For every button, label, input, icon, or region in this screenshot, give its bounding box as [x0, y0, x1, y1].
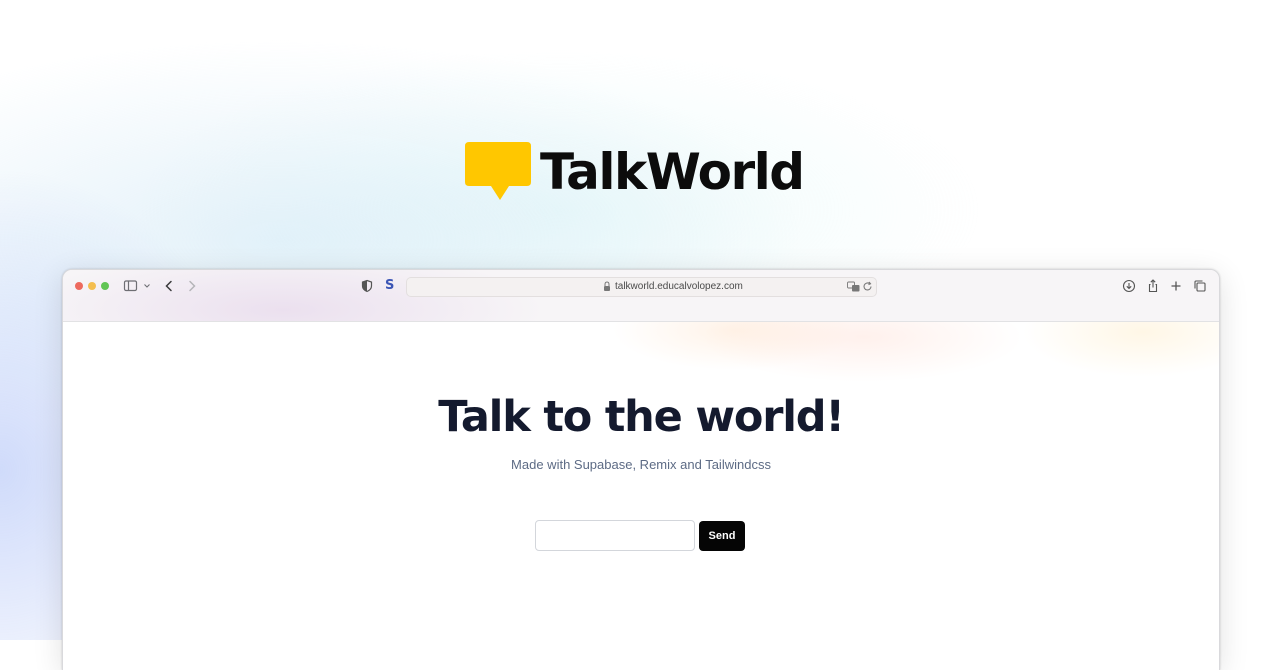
download-icon[interactable]: [1121, 278, 1137, 294]
page-subtitle: Made with Supabase, Remix and Tailwindcs…: [511, 457, 771, 472]
send-button[interactable]: Send: [699, 521, 745, 551]
page-content: Talk to the world! Made with Supabase, R…: [63, 322, 1219, 670]
minimize-window-button[interactable]: [88, 282, 96, 290]
zoom-window-button[interactable]: [101, 282, 109, 290]
browser-toolbar: S talkworld.educalvolopez.com: [63, 270, 1219, 322]
brand-name: TalkWorld: [540, 143, 805, 201]
chevron-down-icon[interactable]: [143, 278, 151, 294]
address-url: talkworld.educalvolopez.com: [615, 281, 743, 292]
reload-icon[interactable]: [862, 281, 873, 292]
brand-header: TalkWorld: [465, 141, 805, 203]
address-bar[interactable]: talkworld.educalvolopez.com: [406, 277, 877, 297]
lock-icon: [604, 281, 610, 291]
close-window-button[interactable]: [75, 282, 83, 290]
privacy-shield-icon[interactable]: [360, 278, 374, 294]
forward-arrow-icon[interactable]: [186, 278, 198, 294]
new-tab-icon[interactable]: [1168, 278, 1184, 294]
browser-window: S talkworld.educalvolopez.com Talk to th…: [62, 269, 1220, 670]
tab-overview-icon[interactable]: [1192, 278, 1208, 294]
extension-s-icon[interactable]: S: [385, 277, 399, 295]
page-title: Talk to the world!: [438, 392, 845, 442]
message-input[interactable]: [535, 520, 695, 551]
speech-bubble-icon: [465, 142, 531, 200]
translate-icon[interactable]: [847, 281, 860, 292]
sidebar-icon[interactable]: [123, 278, 138, 294]
share-icon[interactable]: [1145, 278, 1161, 294]
back-arrow-icon[interactable]: [163, 278, 175, 294]
